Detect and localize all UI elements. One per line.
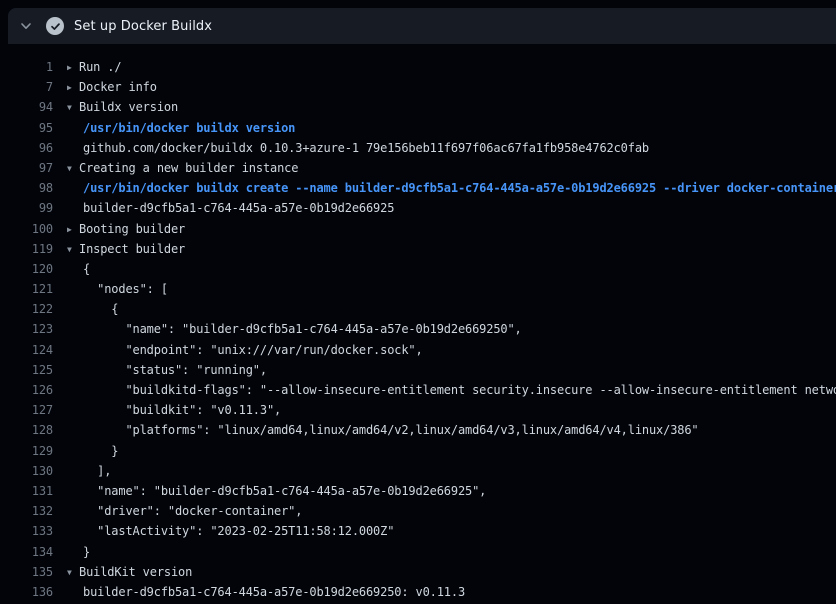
log-line: 122 { [0,299,836,319]
group-title: Creating a new builder instance [79,161,298,175]
log-line: 134} [0,542,836,562]
line-number[interactable]: 126 [0,380,53,400]
log-line: 128 "platforms": "linux/amd64,linux/amd6… [0,420,836,440]
output-text: "nodes": [ [83,282,168,296]
group-title: Docker info [79,80,157,94]
triangle-right-icon: ▶ [67,220,79,239]
log-line: 125 "status": "running", [0,360,836,380]
output-text: "endpoint": "unix:///var/run/docker.sock… [83,343,423,357]
output-text: { [83,262,90,276]
line-number[interactable]: 136 [0,582,53,602]
line-number[interactable]: 127 [0,400,53,420]
line-number[interactable]: 119 [0,239,53,259]
command-text: /usr/bin/docker buildx create --name bui… [83,181,836,195]
line-number[interactable]: 134 [0,542,53,562]
triangle-right-icon: ▶ [67,78,79,97]
log-line: 124 "endpoint": "unix:///var/run/docker.… [0,340,836,360]
step-title: Set up Docker Buildx [74,19,212,34]
line-number[interactable]: 97 [0,158,53,178]
output-text: "platforms": "linux/amd64,linux/amd64/v2… [83,423,699,437]
group-title: BuildKit version [79,565,192,579]
line-number[interactable]: 129 [0,441,53,461]
output-text: "status": "running", [83,363,267,377]
output-text: "buildkit": "v0.11.3", [83,403,281,417]
log-group-header[interactable]: 97 ▼Creating a new builder instance [0,158,836,178]
log-line: 121 "nodes": [ [0,279,836,299]
log-line: 132 "driver": "docker-container", [0,501,836,521]
line-number[interactable]: 98 [0,178,53,198]
output-text: "lastActivity": "2023-02-25T11:58:12.000… [83,524,394,538]
line-number[interactable]: 121 [0,279,53,299]
log-line: 133 "lastActivity": "2023-02-25T11:58:12… [0,521,836,541]
output-text: "buildkitd-flags": "--allow-insecure-ent… [83,383,836,397]
line-number[interactable]: 133 [0,521,53,541]
output-text: builder-d9cfb5a1-c764-445a-a57e-0b19d2e6… [83,201,394,215]
output-text: github.com/docker/buildx 0.10.3+azure-1 … [83,141,649,155]
group-title: Run ./ [79,60,121,74]
log-group-header[interactable]: 7 ▶Docker info [0,77,836,97]
line-number[interactable]: 132 [0,501,53,521]
log-group-header[interactable]: 119 ▼Inspect builder [0,239,836,259]
log-line: 98/usr/bin/docker buildx create --name b… [0,178,836,198]
log-body: 1▶Run ./7▶Docker info94▼Buildx version95… [0,44,836,602]
chevron-down-icon[interactable] [20,20,32,32]
group-title: Booting builder [79,222,185,236]
log-group-header[interactable]: 94 ▼Buildx version [0,97,836,117]
log-line: 129 } [0,441,836,461]
output-text: "driver": "docker-container", [83,504,302,518]
line-number[interactable]: 96 [0,138,53,158]
line-number[interactable]: 123 [0,319,53,339]
log-line: 123 "name": "builder-d9cfb5a1-c764-445a-… [0,319,836,339]
line-number[interactable]: 124 [0,340,53,360]
line-number[interactable]: 7 [0,77,53,97]
line-number[interactable]: 135 [0,562,53,582]
log-line: 120 { [0,259,836,279]
line-number[interactable]: 99 [0,198,53,218]
group-title: Buildx version [79,100,178,114]
log-group-header[interactable]: 1 ▶Run ./ [0,57,836,77]
line-number[interactable]: 100 [0,219,53,239]
output-text: ], [83,464,111,478]
group-title: Inspect builder [79,242,185,256]
line-number[interactable]: 120 [0,259,53,279]
triangle-right-icon: ▶ [67,58,79,77]
line-number[interactable]: 125 [0,360,53,380]
log-line: 95/usr/bin/docker buildx version [0,118,836,138]
check-circle-icon [46,17,64,35]
triangle-down-icon: ▼ [67,159,79,178]
triangle-down-icon: ▼ [67,98,79,117]
log-line: 131 "name": "builder-d9cfb5a1-c764-445a-… [0,481,836,501]
output-text: builder-d9cfb5a1-c764-445a-a57e-0b19d2e6… [83,585,465,599]
line-number[interactable]: 131 [0,481,53,501]
output-text: "name": "builder-d9cfb5a1-c764-445a-a57e… [83,484,486,498]
step-header[interactable]: Set up Docker Buildx [8,8,836,44]
output-text: } [83,545,90,559]
log-line: 127 "buildkit": "v0.11.3", [0,400,836,420]
log-line: 136 builder-d9cfb5a1-c764-445a-a57e-0b19d… [0,582,836,602]
line-number[interactable]: 94 [0,97,53,117]
line-number[interactable]: 1 [0,57,53,77]
log-line: 96 github.com/docker/buildx 0.10.3+azure-… [0,138,836,158]
line-number[interactable]: 130 [0,461,53,481]
log-line: 130 ], [0,461,836,481]
triangle-down-icon: ▼ [67,240,79,259]
log-line: 99 builder-d9cfb5a1-c764-445a-a57e-0b19d2… [0,198,836,218]
output-text: "name": "builder-d9cfb5a1-c764-445a-a57e… [83,322,522,336]
log-group-header[interactable]: 100 ▶Booting builder [0,219,836,239]
command-text: /usr/bin/docker buildx version [83,121,295,135]
line-number[interactable]: 122 [0,299,53,319]
log-line: 126 "buildkitd-flags": "--allow-insecure… [0,380,836,400]
output-text: } [83,444,118,458]
output-text: { [83,302,118,316]
line-number[interactable]: 95 [0,118,53,138]
log-group-header[interactable]: 135 ▼BuildKit version [0,562,836,582]
line-number[interactable]: 128 [0,420,53,440]
triangle-down-icon: ▼ [67,563,79,582]
